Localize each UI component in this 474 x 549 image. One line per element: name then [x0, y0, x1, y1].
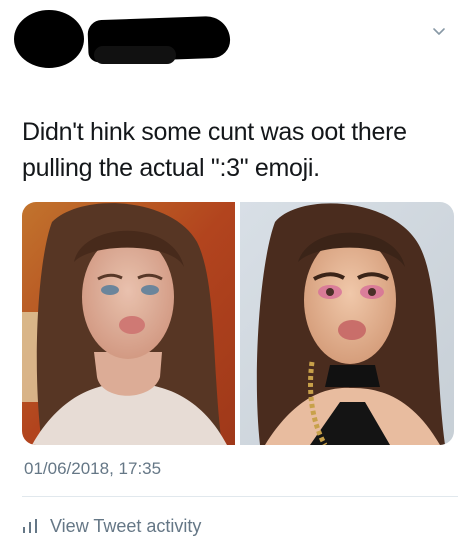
handle-redacted: [94, 46, 176, 64]
view-tweet-activity-label: View Tweet activity: [50, 515, 202, 536]
tweet-text-line-1: Didn't hink some cunt was oot there: [22, 118, 407, 146]
tweet-photo-left[interactable]: [22, 202, 235, 445]
selfie-right-image: [240, 202, 454, 445]
avatar-redacted[interactable]: [14, 10, 84, 68]
chevron-down-icon[interactable]: [432, 24, 446, 38]
selfie-left-image: [22, 202, 235, 445]
tweet-photo-right[interactable]: [240, 202, 454, 445]
view-tweet-activity-link[interactable]: View Tweet activity: [22, 512, 201, 540]
tweet-text-line-2: pulling the actual ":3" emoji.: [22, 154, 320, 182]
bar-chart-icon: [23, 519, 37, 533]
tweet-header: [0, 0, 474, 80]
divider: [22, 496, 458, 497]
tweet-timestamp: 01/06/2018, 17:35: [24, 459, 162, 478]
tweet-text: Didn't hink some cunt was oot there pull…: [22, 114, 462, 186]
